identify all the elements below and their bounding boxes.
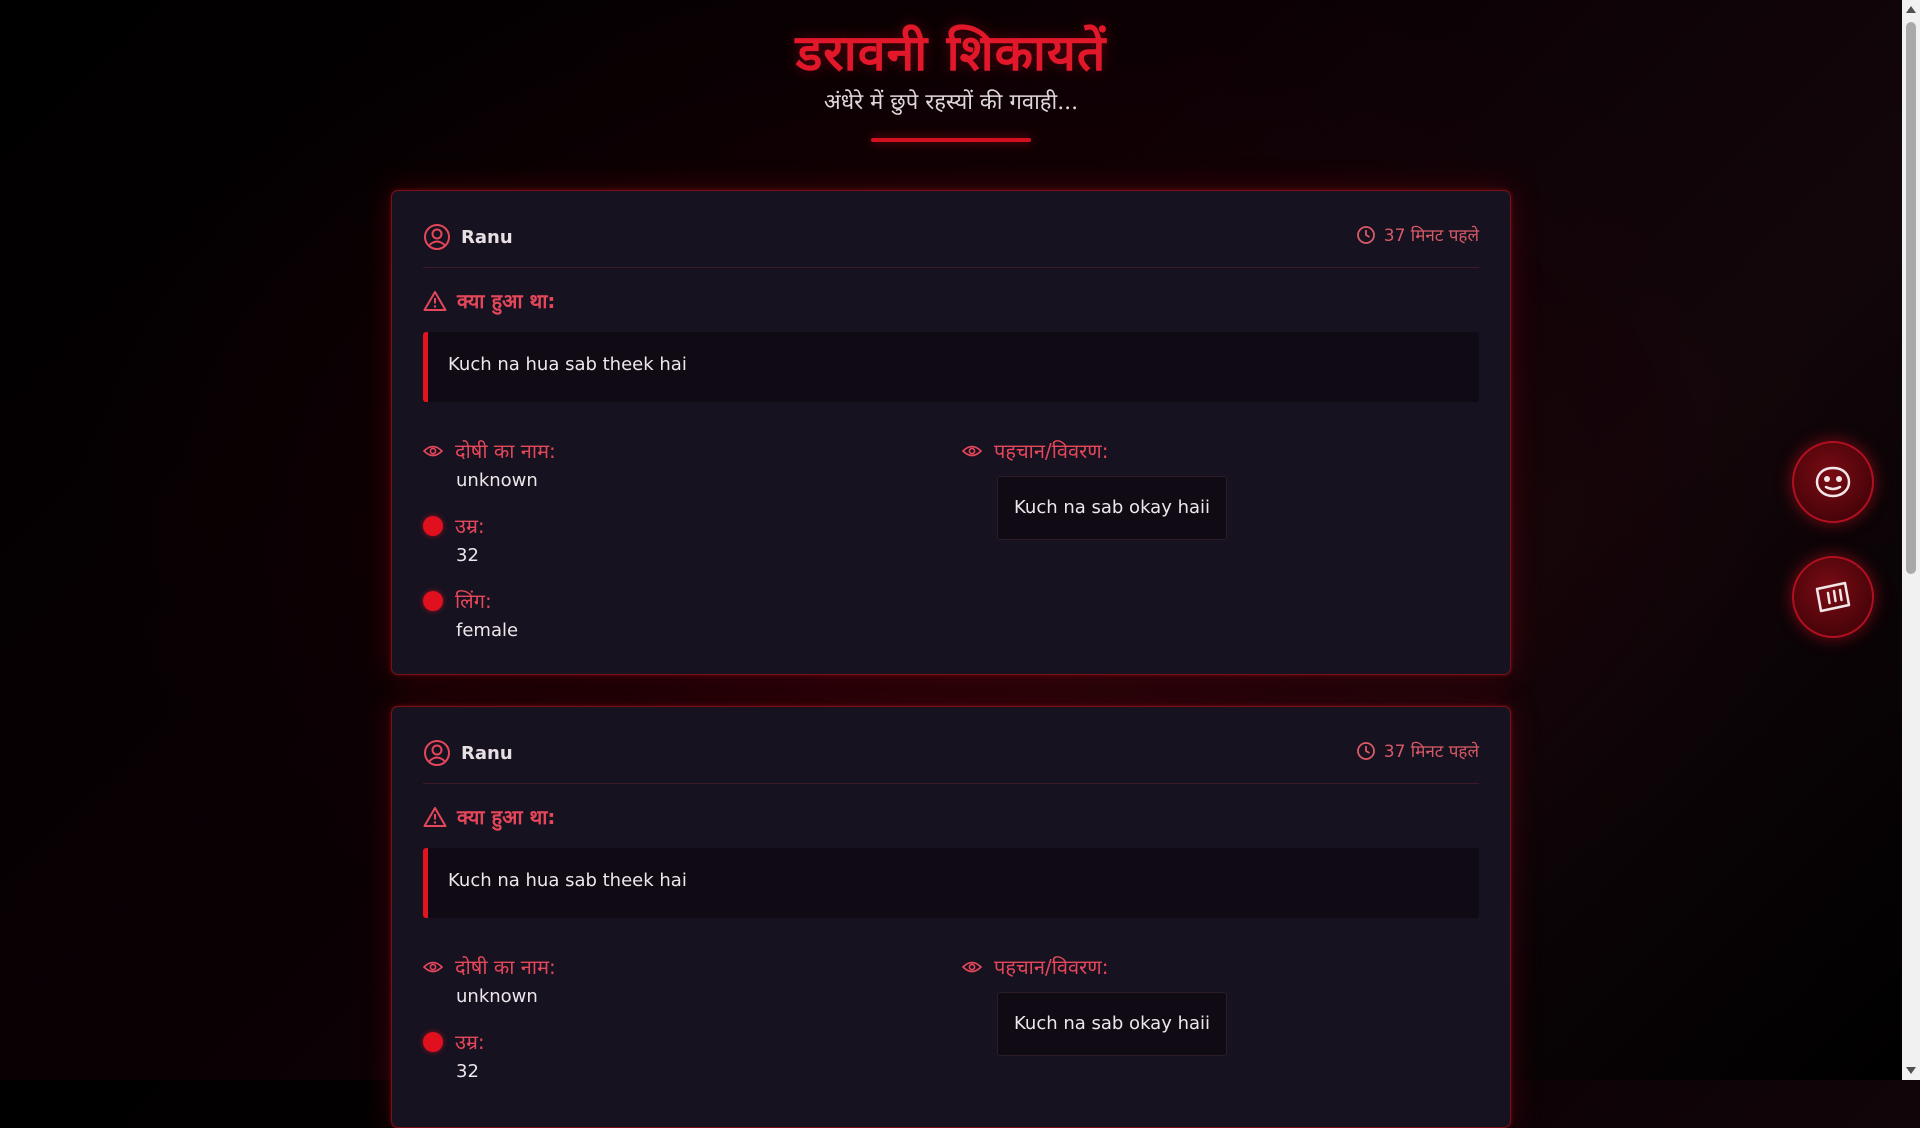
ticket-chart-icon — [1815, 581, 1851, 613]
age-value: 32 — [456, 545, 479, 566]
identity-value: Kuch na sab okay haii — [997, 992, 1228, 1056]
culprit-name-value: unknown — [456, 470, 538, 491]
identity-label: पहचान/विवरण: — [962, 437, 1109, 464]
complaint-card: Ranu 37 मिनट पहले क्या हुआ था: Kuch na h… — [391, 706, 1511, 1128]
culprit-name-label-text: दोषी का नाम: — [455, 439, 556, 463]
culprit-name-value: unknown — [456, 986, 538, 1007]
culprit-name-label-text: दोषी का नाम: — [455, 955, 556, 979]
what-happened-heading: क्या हुआ था: — [423, 803, 555, 830]
culprit-name-label: दोषी का नाम: — [423, 953, 556, 980]
gender-value: female — [456, 620, 519, 641]
age-label-text: उम्र: — [455, 514, 485, 538]
gender-label: लिंग: — [423, 587, 492, 614]
card-header: Ranu 37 मिनट पहले — [423, 729, 1479, 784]
ghost-mask-icon — [1815, 466, 1851, 498]
scrollbar-thumb[interactable] — [1906, 22, 1916, 574]
bullet-dot-icon — [423, 515, 443, 536]
gender-label-text: लिंग: — [455, 589, 492, 613]
eye-icon — [423, 961, 443, 972]
complaint-card: Ranu 37 मिनट पहले क्या हुआ था: Kuch na h… — [391, 190, 1511, 675]
bullet-dot-icon — [423, 590, 443, 611]
warning-triangle-icon — [423, 290, 447, 311]
page-subtitle: अंधेरे में छुपे रहस्यों की गवाही... — [823, 90, 1079, 115]
fab-mask-button[interactable] — [1792, 441, 1874, 523]
age-label: उम्र: — [423, 1028, 485, 1055]
user-circle-icon — [424, 224, 450, 250]
user-info: Ranu — [423, 223, 513, 251]
culprit-name-label: दोषी का नाम: — [423, 437, 556, 464]
story-box: Kuch na hua sab theek hai — [423, 332, 1479, 402]
age-value: 32 — [456, 1061, 479, 1082]
what-happened-label: क्या हुआ था: — [457, 805, 556, 829]
scroll-down-arrow-icon[interactable] — [1906, 1067, 1916, 1074]
scroll-up-arrow-icon[interactable] — [1906, 6, 1916, 13]
story-box: Kuch na hua sab theek hai — [423, 848, 1479, 918]
eye-icon — [962, 445, 982, 456]
warning-triangle-icon — [423, 806, 447, 827]
identity-value: Kuch na sab okay haii — [997, 476, 1228, 540]
eye-icon — [423, 445, 443, 456]
bullet-dot-icon — [423, 1031, 443, 1052]
time-text: 37 मिनट पहले — [1383, 742, 1479, 762]
fab-report-button[interactable] — [1792, 556, 1874, 638]
timestamp: 37 मिनट पहले — [1356, 739, 1479, 762]
eye-icon — [962, 961, 982, 972]
page: डरावनी शिकायतें अंधेरे में छुपे रहस्यों … — [0, 0, 1902, 1128]
page-title: डरावनी शिकायतें — [795, 23, 1107, 82]
what-happened-label: क्या हुआ था: — [457, 289, 556, 313]
header-divider — [871, 138, 1031, 142]
user-name: Ranu — [461, 742, 513, 764]
identity-label-text: पहचान/विवरण: — [994, 439, 1109, 463]
story-text: Kuch na hua sab theek hai — [448, 354, 687, 375]
identity-label-text: पहचान/विवरण: — [994, 955, 1109, 979]
age-label: उम्र: — [423, 512, 485, 539]
user-info: Ranu — [423, 739, 513, 767]
time-text: 37 मिनट पहले — [1383, 226, 1479, 246]
identity-label: पहचान/विवरण: — [962, 953, 1109, 980]
clock-icon — [1356, 741, 1375, 760]
timestamp: 37 मिनट पहले — [1356, 223, 1479, 246]
clock-icon — [1356, 225, 1375, 244]
page-header: डरावनी शिकायतें अंधेरे में छुपे रहस्यों … — [0, 22, 1902, 142]
card-header: Ranu 37 मिनट पहले — [423, 213, 1479, 268]
user-circle-icon — [424, 740, 450, 766]
story-text: Kuch na hua sab theek hai — [448, 870, 687, 891]
user-name: Ranu — [461, 226, 513, 248]
vertical-scrollbar[interactable] — [1902, 0, 1920, 1080]
what-happened-heading: क्या हुआ था: — [423, 287, 555, 314]
age-label-text: उम्र: — [455, 1030, 485, 1054]
